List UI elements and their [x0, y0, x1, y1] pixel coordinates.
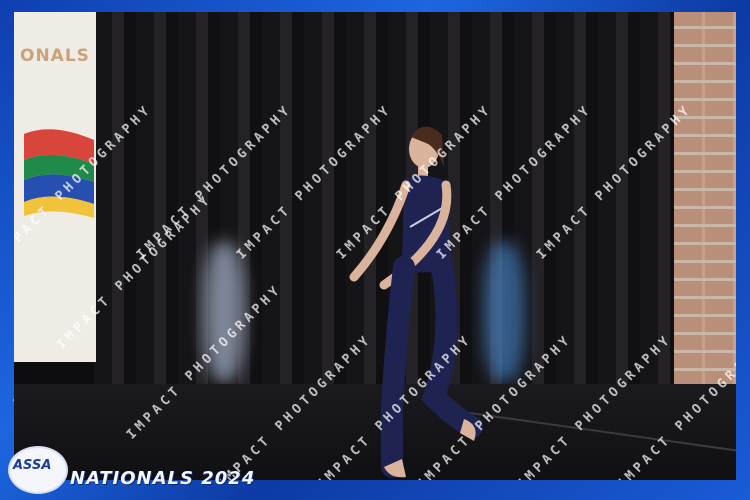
brick-wall [674, 12, 736, 407]
stage-light-right [484, 242, 524, 382]
logo-text: ASSA [13, 458, 52, 473]
stage-light-left [204, 242, 244, 382]
sponsor-banner: ONALS [14, 12, 96, 362]
flag-graphic [24, 129, 94, 218]
dancer-figure [349, 126, 483, 478]
banner-text: ONALS [20, 46, 90, 66]
dancer-photo: ONALS [14, 12, 736, 480]
event-title: NATIONALS 2024 [70, 468, 256, 489]
